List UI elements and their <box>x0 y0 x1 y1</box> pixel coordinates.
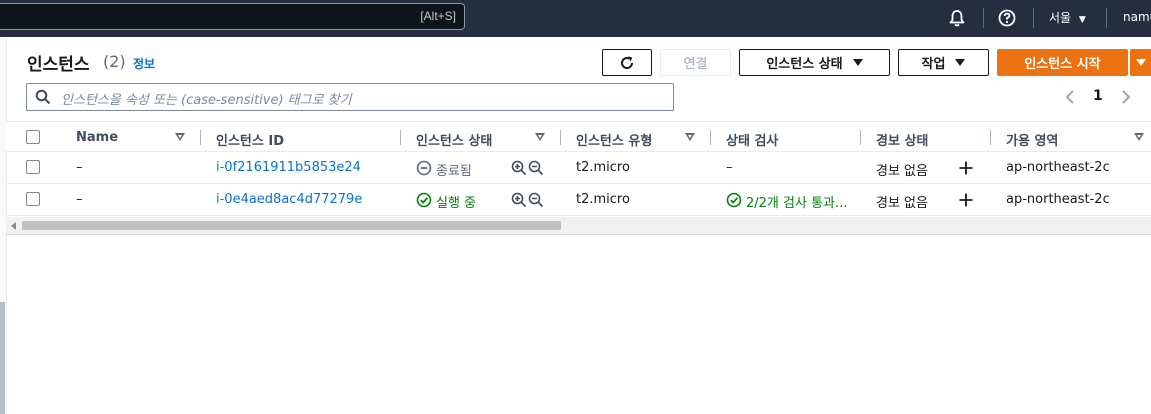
select-all-checkbox[interactable] <box>26 130 40 144</box>
region-label: 서울 <box>1049 11 1072 25</box>
previous-page-icon[interactable] <box>1064 89 1076 105</box>
vertical-scroll-thumb[interactable] <box>0 302 5 414</box>
instance-count: (2) <box>103 52 126 71</box>
instance-name: – <box>76 160 83 175</box>
global-search-input[interactable]: [Alt+S] <box>0 3 465 30</box>
next-page-icon[interactable] <box>1120 89 1132 105</box>
instance-state: 종료됨 <box>436 164 472 179</box>
caret-down-icon: ▼ <box>1078 15 1086 25</box>
availability-zone: ap-northeast-2c <box>1006 192 1110 207</box>
account-menu[interactable]: namu <box>1123 10 1151 24</box>
horizontal-scroll-thumb[interactable] <box>22 221 561 230</box>
availability-zone: ap-northeast-2c <box>1006 160 1110 175</box>
add-alarm-icon[interactable] <box>958 160 974 176</box>
bell-icon[interactable] <box>947 8 967 28</box>
instance-type: t2.micro <box>576 192 630 207</box>
instance-filter-input[interactable]: 인스턴스을 속성 또는 (case-sensitive) 태그로 찾기 <box>26 83 674 111</box>
alarm-status: 경보 없음 <box>876 196 928 211</box>
actions-dropdown[interactable]: 작업 <box>898 49 989 76</box>
instance-state-dropdown[interactable]: 인스턴스 상태 <box>739 49 890 76</box>
zoom-out-icon[interactable] <box>528 192 544 208</box>
refresh-button[interactable] <box>602 49 652 76</box>
help-icon[interactable] <box>997 8 1017 28</box>
refresh-icon <box>621 55 634 69</box>
column-resizer[interactable] <box>560 130 561 145</box>
sort-icon[interactable] <box>1134 133 1144 141</box>
caret-down-icon <box>955 59 966 66</box>
search-shortcut-hint: [Alt+S] <box>420 9 456 23</box>
table-row[interactable]: – i-0f2161911b5853e24 종료됨 t2.micro – 경보 … <box>6 152 1151 184</box>
filter-placeholder: 인스턴스을 속성 또는 (case-sensitive) 태그로 찾기 <box>61 93 352 108</box>
info-link[interactable]: 정보 <box>133 55 155 72</box>
top-navigation: [Alt+S] 서울 ▼ namu <box>0 0 1151 37</box>
launch-options-dropdown[interactable] <box>1130 49 1151 76</box>
status-check: – <box>726 160 733 175</box>
column-header-availability-zone[interactable]: 가용 영역 <box>1006 130 1058 149</box>
running-check-icon <box>416 192 432 208</box>
status-check[interactable]: 2/2개 검사 통과... <box>746 192 847 211</box>
sort-icon[interactable] <box>175 133 185 141</box>
horizontal-scrollbar[interactable] <box>6 217 1151 235</box>
region-selector[interactable]: 서울 ▼ <box>1049 9 1086 26</box>
caret-down-icon <box>1136 59 1146 66</box>
instance-type: t2.micro <box>576 160 630 175</box>
alarm-status: 경보 없음 <box>876 164 928 179</box>
launch-instance-button[interactable]: 인스턴스 시작 <box>997 49 1128 76</box>
nav-divider <box>983 8 984 28</box>
actions-label: 작업 <box>921 57 946 72</box>
zoom-in-icon[interactable] <box>511 192 527 208</box>
instance-name: – <box>76 192 83 207</box>
nav-divider <box>1106 8 1107 28</box>
column-header-name[interactable]: Name <box>76 130 118 145</box>
instance-state-label: 인스턴스 상태 <box>766 57 843 72</box>
add-alarm-icon[interactable] <box>958 192 974 208</box>
row-checkbox[interactable] <box>26 192 40 206</box>
column-resizer[interactable] <box>200 130 201 145</box>
zoom-out-icon[interactable] <box>528 160 544 176</box>
search-icon <box>35 89 51 105</box>
instance-state: 실행 중 <box>436 196 477 211</box>
column-header-instance-state[interactable]: 인스턴스 상태 <box>416 130 492 149</box>
row-checkbox[interactable] <box>26 160 40 174</box>
instance-id-link[interactable]: i-0f2161911b5853e24 <box>216 160 361 175</box>
scroll-left-icon[interactable] <box>11 222 16 230</box>
caret-down-icon <box>852 59 863 66</box>
column-header-instance-type[interactable]: 인스턴스 유형 <box>576 130 652 149</box>
page-title: 인스턴스 <box>27 55 90 75</box>
column-resizer[interactable] <box>860 130 861 145</box>
column-resizer[interactable] <box>990 130 991 145</box>
stopped-circle-icon <box>416 160 432 176</box>
sort-icon[interactable] <box>685 133 695 141</box>
column-header-alarm-status[interactable]: 경보 상태 <box>876 130 928 149</box>
current-page[interactable]: 1 <box>1093 88 1103 104</box>
zoom-in-icon[interactable] <box>511 160 527 176</box>
column-resizer[interactable] <box>710 130 711 145</box>
table-header: Name 인스턴스 ID 인스턴스 상태 인스턴스 유형 상태 검사 경보 상태… <box>6 121 1151 152</box>
sort-icon[interactable] <box>535 133 545 141</box>
table-row[interactable]: – i-0e4aed8ac4d77279e 실행 중 t2.micro 2/2개… <box>6 184 1151 216</box>
column-resizer[interactable] <box>400 130 401 145</box>
check-passed-icon <box>726 192 742 208</box>
column-header-instance-id[interactable]: 인스턴스 ID <box>216 130 284 149</box>
instance-id-link[interactable]: i-0e4aed8ac4d77279e <box>216 192 362 207</box>
column-header-status-check[interactable]: 상태 검사 <box>726 130 778 149</box>
connect-button[interactable]: 연결 <box>660 49 731 76</box>
nav-divider <box>1033 8 1034 28</box>
